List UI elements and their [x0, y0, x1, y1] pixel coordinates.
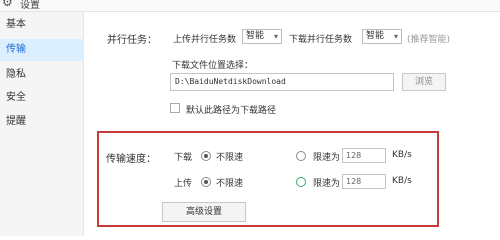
speed-section-highlight — [97, 131, 439, 227]
upload-limit-input[interactable]: 128 — [342, 174, 386, 189]
sidebar-item-transfer[interactable]: 传输 — [0, 39, 84, 61]
download-path-input[interactable]: D:\BaiduNetdiskDownload — [170, 73, 394, 91]
sidebar-item-basic[interactable]: 基本 — [0, 14, 84, 36]
settings-sidebar: 基本 传输 隐私 安全 提醒 — [0, 12, 84, 236]
download-limit-radio[interactable] — [296, 151, 306, 161]
sidebar-item-reminder[interactable]: 提醒 — [0, 111, 84, 133]
sidebar-item-security[interactable]: 安全 — [0, 87, 84, 109]
upload-unlimited-radio[interactable] — [201, 177, 211, 187]
default-path-checkbox[interactable] — [170, 103, 180, 113]
parallel-tasks-label: 并行任务： — [107, 35, 157, 46]
download-unlimited-radio[interactable] — [201, 151, 211, 161]
upload-parallel-select[interactable]: 智能 ▾ — [242, 29, 282, 44]
download-speed-label: 下载 — [174, 153, 193, 163]
upload-parallel-value: 智能 — [246, 31, 265, 41]
download-limit-unit: KB/s — [392, 150, 412, 160]
upload-unlimited-label: 不限速 — [216, 179, 244, 189]
parallel-hint: (推荐智能) — [407, 35, 451, 45]
chevron-down-icon: ▾ — [393, 32, 398, 41]
download-parallel-label: 下载并行任务数 — [289, 35, 353, 45]
upload-parallel-label: 上传并行任务数 — [173, 35, 237, 45]
download-parallel-select[interactable]: 智能 ▾ — [362, 29, 402, 44]
upload-limit-label: 限速为 — [313, 179, 341, 189]
chevron-down-icon: ▾ — [273, 32, 278, 41]
window-title-bar: ⚙ 设置 — [0, 0, 500, 12]
download-path-label: 下载文件位置选择： — [172, 61, 254, 71]
window-title: 设置 — [20, 0, 40, 11]
download-unlimited-label: 不限速 — [216, 153, 244, 163]
default-path-checkbox-label: 默认此路径为下载路径 — [186, 106, 277, 116]
advanced-settings-button[interactable]: 高级设置 — [162, 202, 246, 222]
browse-button[interactable]: 浏览 — [402, 73, 446, 91]
transfer-speed-label: 传输速度： — [106, 154, 156, 165]
upload-speed-label: 上传 — [174, 179, 193, 189]
upload-limit-radio[interactable] — [296, 177, 306, 187]
sidebar-item-privacy[interactable]: 隐私 — [0, 64, 84, 86]
upload-limit-unit: KB/s — [392, 176, 412, 186]
gear-icon: ⚙ — [2, 0, 13, 9]
download-limit-input[interactable]: 128 — [342, 148, 386, 163]
download-limit-label: 限速为 — [313, 153, 341, 163]
download-parallel-value: 智能 — [366, 31, 385, 41]
